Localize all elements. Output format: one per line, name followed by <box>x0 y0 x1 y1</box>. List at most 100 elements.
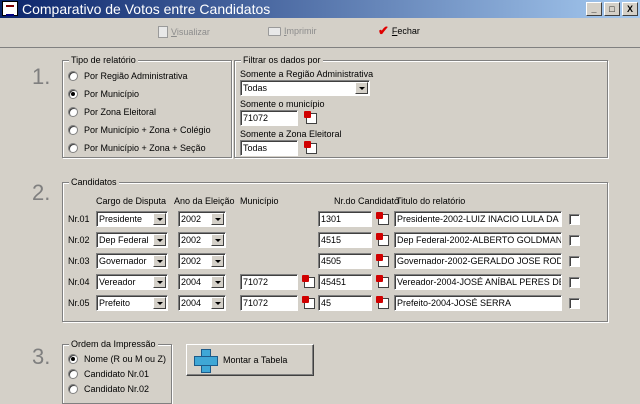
zona-picker-icon[interactable] <box>304 141 318 155</box>
chevron-down-icon[interactable] <box>211 297 224 309</box>
nr-candidato-input[interactable]: 45 <box>318 295 372 311</box>
tipo-relatorio-legend: Tipo de relatório <box>69 55 138 65</box>
nr-candidato-input[interactable]: 4505 <box>318 253 372 269</box>
cargo-value: Dep Federal <box>99 235 149 245</box>
radio-ordem-nome[interactable]: Nome (R ou M ou Z) <box>68 354 166 364</box>
row-checkbox[interactable] <box>569 277 580 288</box>
maximize-button[interactable]: □ <box>604 2 620 16</box>
titulo-relatorio-input[interactable]: Prefeito-2004-JOSÉ SERRA <box>394 295 562 311</box>
radio-ordem-candidato-01[interactable]: Candidato Nr.01 <box>68 369 149 379</box>
chevron-down-icon[interactable] <box>153 276 166 288</box>
ano-select[interactable]: 2004 <box>178 295 226 311</box>
row-checkbox[interactable] <box>569 256 580 267</box>
fechar-button[interactable]: ✔ Fechar <box>378 23 420 38</box>
radio-indicator <box>68 369 78 379</box>
row-label: Nr.03 <box>68 256 90 266</box>
candidato-picker-icon[interactable] <box>376 254 390 268</box>
chevron-down-icon[interactable] <box>153 213 166 225</box>
candidato-picker-icon[interactable] <box>376 275 390 289</box>
row-checkbox[interactable] <box>569 298 580 309</box>
close-button[interactable]: X <box>622 2 638 16</box>
candidatos-legend: Candidatos <box>69 177 119 187</box>
cargo-value: Vereador <box>99 277 136 287</box>
titulo-relatorio-input[interactable]: Presidente-2002-LUIZ INACIO LULA DA <box>394 211 562 227</box>
cargo-select[interactable]: Vereador <box>96 274 168 290</box>
cargo-value: Presidente <box>99 214 143 224</box>
row-checkbox[interactable] <box>569 235 580 246</box>
radio-por-regiao[interactable]: Por Região Administrativa <box>68 71 188 81</box>
municipio-label: Somente o município <box>240 99 325 109</box>
regiao-label: Somente a Região Administrativa <box>240 69 374 79</box>
ano-value: 2002 <box>181 214 202 224</box>
montar-tabela-button[interactable]: Montar a Tabela <box>186 344 314 376</box>
chevron-down-icon[interactable] <box>211 213 224 225</box>
step-number-3: 3. <box>32 344 51 369</box>
chevron-down-icon[interactable] <box>211 276 224 288</box>
window-controls: _ □ X <box>586 2 638 16</box>
ano-select[interactable]: 2002 <box>178 253 226 269</box>
municipio-picker-icon[interactable] <box>302 275 316 289</box>
cargo-value: Prefeito <box>99 298 131 308</box>
step-number-2: 2. <box>32 180 51 205</box>
radio-por-municipio[interactable]: Por Município <box>68 89 139 99</box>
imprimir-button[interactable]: Imprimir <box>268 26 317 36</box>
radio-municipio-zona-colegio[interactable]: Por Município + Zona + Colégio <box>68 125 211 135</box>
municipio-picker-icon[interactable] <box>302 296 316 310</box>
ano-select[interactable]: 2002 <box>178 232 226 248</box>
zona-input[interactable]: Todas <box>240 140 298 156</box>
radio-municipio-zona-secao[interactable]: Por Município + Zona + Seção <box>68 143 206 153</box>
ano-select[interactable]: 2002 <box>178 211 226 227</box>
row-checkbox[interactable] <box>569 214 580 225</box>
candidato-picker-icon[interactable] <box>376 233 390 247</box>
app-icon <box>2 1 18 16</box>
cargo-select[interactable]: Dep Federal <box>96 232 168 248</box>
row-label: Nr.04 <box>68 277 90 287</box>
nr-candidato-input[interactable]: 1301 <box>318 211 372 227</box>
zona-label: Somente a Zona Eleitoral <box>240 129 342 139</box>
radio-indicator <box>68 354 78 364</box>
nr-candidato-input[interactable]: 4515 <box>318 232 372 248</box>
titulo-relatorio-input[interactable]: Dep Federal-2002-ALBERTO GOLDMAN <box>394 232 562 248</box>
candidato-picker-icon[interactable] <box>376 212 390 226</box>
minimize-button[interactable]: _ <box>586 2 602 16</box>
municipio-input[interactable]: 71072 <box>240 274 298 290</box>
radio-indicator <box>68 143 78 153</box>
toolbar: Visualizar Imprimir ✔ Fechar <box>0 18 640 48</box>
titulo-relatorio-input[interactable]: Vereador-2004-JOSÉ ANÍBAL PERES DE <box>394 274 562 290</box>
nr-candidato-input[interactable]: 45451 <box>318 274 372 290</box>
radio-ordem-candidato-02[interactable]: Candidato Nr.02 <box>68 384 149 394</box>
radio-indicator <box>68 125 78 135</box>
row-label: Nr.02 <box>68 235 90 245</box>
header-municipio: Município <box>240 196 279 206</box>
title-bar: Comparativo de Votos entre Candidatos _ … <box>0 0 640 18</box>
ano-select[interactable]: 2004 <box>178 274 226 290</box>
chevron-down-icon[interactable] <box>211 234 224 246</box>
red-check-icon: ✔ <box>378 23 389 38</box>
window-title: Comparativo de Votos entre Candidatos <box>22 1 271 17</box>
municipio-picker-icon[interactable] <box>304 111 318 125</box>
chevron-down-icon[interactable] <box>153 297 166 309</box>
row-label: Nr.01 <box>68 214 90 224</box>
step-number-1: 1. <box>32 64 51 89</box>
radio-indicator <box>68 71 78 81</box>
municipio-input[interactable]: 71072 <box>240 295 298 311</box>
chevron-down-icon[interactable] <box>355 82 368 94</box>
ano-value: 2004 <box>181 277 202 287</box>
ordem-impressao-legend: Ordem da Impressão <box>69 339 158 349</box>
header-nr: Nr.do Candidato <box>334 196 400 206</box>
chevron-down-icon[interactable] <box>211 255 224 267</box>
chevron-down-icon[interactable] <box>153 234 166 246</box>
cargo-select[interactable]: Governador <box>96 253 168 269</box>
cargo-value: Governador <box>99 256 147 266</box>
titulo-relatorio-input[interactable]: Governador-2002-GERALDO JOSE ROD <box>394 253 562 269</box>
visualizar-button[interactable]: Visualizar <box>158 26 210 38</box>
radio-indicator <box>68 89 78 99</box>
chevron-down-icon[interactable] <box>153 255 166 267</box>
municipio-input[interactable]: 71072 <box>240 110 298 126</box>
cargo-select[interactable]: Prefeito <box>96 295 168 311</box>
regiao-select[interactable]: Todas <box>240 80 370 96</box>
radio-por-zona[interactable]: Por Zona Eleitoral <box>68 107 156 117</box>
candidato-picker-icon[interactable] <box>376 296 390 310</box>
filtrar-legend: Filtrar os dados por <box>241 55 323 65</box>
cargo-select[interactable]: Presidente <box>96 211 168 227</box>
